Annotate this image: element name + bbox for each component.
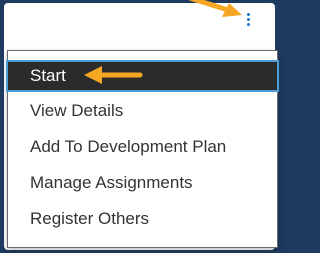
context-menu: Start View Details Add To Development Pl… <box>6 50 279 248</box>
menu-item-add-to-development-plan[interactable]: Add To Development Plan <box>8 133 277 161</box>
menu-item-register-others[interactable]: Register Others <box>8 205 277 233</box>
menu-item-start[interactable]: Start <box>6 60 279 92</box>
menu-item-view-details[interactable]: View Details <box>8 97 277 125</box>
menu-item-manage-assignments[interactable]: Manage Assignments <box>8 169 277 197</box>
more-options-kebab-icon[interactable] <box>243 6 253 32</box>
